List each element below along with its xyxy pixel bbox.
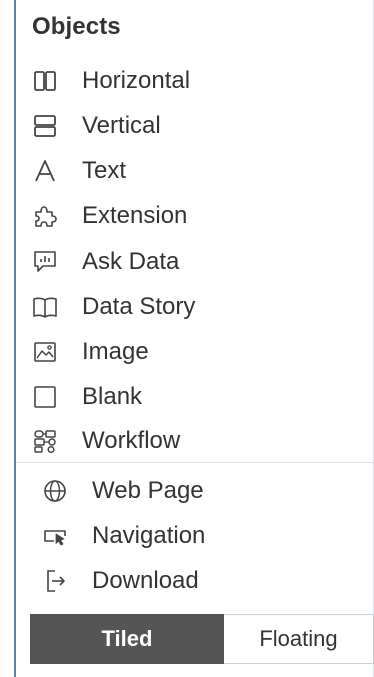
download-export-icon — [42, 568, 68, 594]
object-item-navigation[interactable]: Navigation — [42, 519, 362, 553]
object-item-horizontal[interactable]: Horizontal — [32, 64, 352, 98]
object-label: Web Page — [92, 477, 204, 504]
object-label: Data Story — [82, 293, 196, 320]
object-label: Ask Data — [82, 248, 180, 275]
image-icon — [32, 339, 58, 365]
object-label: Text — [82, 157, 127, 184]
section-divider — [16, 462, 374, 463]
object-item-ask-data[interactable]: Ask Data — [32, 245, 352, 279]
objects-panel: Objects Horizontal Vertical Text Extensi… — [14, 0, 374, 677]
workflow-icon — [32, 428, 58, 454]
object-label: Navigation — [92, 522, 206, 549]
object-label: Image — [82, 338, 149, 365]
floating-button[interactable]: Floating — [224, 614, 374, 664]
vertical-layout-icon — [32, 113, 58, 139]
text-icon — [32, 158, 58, 184]
object-label: Download — [92, 567, 199, 594]
object-label: Workflow — [82, 427, 181, 454]
layout-mode-toggle: Tiled Floating — [30, 614, 374, 664]
object-label: Blank — [82, 383, 143, 410]
ask-data-chat-icon — [32, 249, 58, 275]
object-item-vertical[interactable]: Vertical — [32, 109, 352, 143]
object-item-image[interactable]: Image — [32, 335, 352, 369]
panel-title: Objects — [32, 13, 121, 40]
object-label: Horizontal — [82, 67, 191, 94]
object-label: Vertical — [82, 112, 161, 139]
navigation-cursor-icon — [42, 523, 68, 549]
object-item-text[interactable]: Text — [32, 154, 352, 188]
object-item-download[interactable]: Download — [42, 564, 362, 598]
object-item-extension[interactable]: Extension — [32, 199, 352, 233]
extension-puzzle-icon — [32, 203, 58, 229]
tiled-button[interactable]: Tiled — [30, 614, 224, 664]
horizontal-layout-icon — [32, 68, 58, 94]
object-item-web-page[interactable]: Web Page — [42, 474, 362, 508]
object-item-blank[interactable]: Blank — [32, 380, 352, 414]
data-story-book-icon — [32, 294, 58, 320]
blank-square-icon — [32, 384, 58, 410]
object-item-data-story[interactable]: Data Story — [32, 290, 352, 324]
globe-icon — [42, 478, 68, 504]
object-item-workflow[interactable]: Workflow — [32, 424, 352, 458]
object-label: Extension — [82, 202, 188, 229]
